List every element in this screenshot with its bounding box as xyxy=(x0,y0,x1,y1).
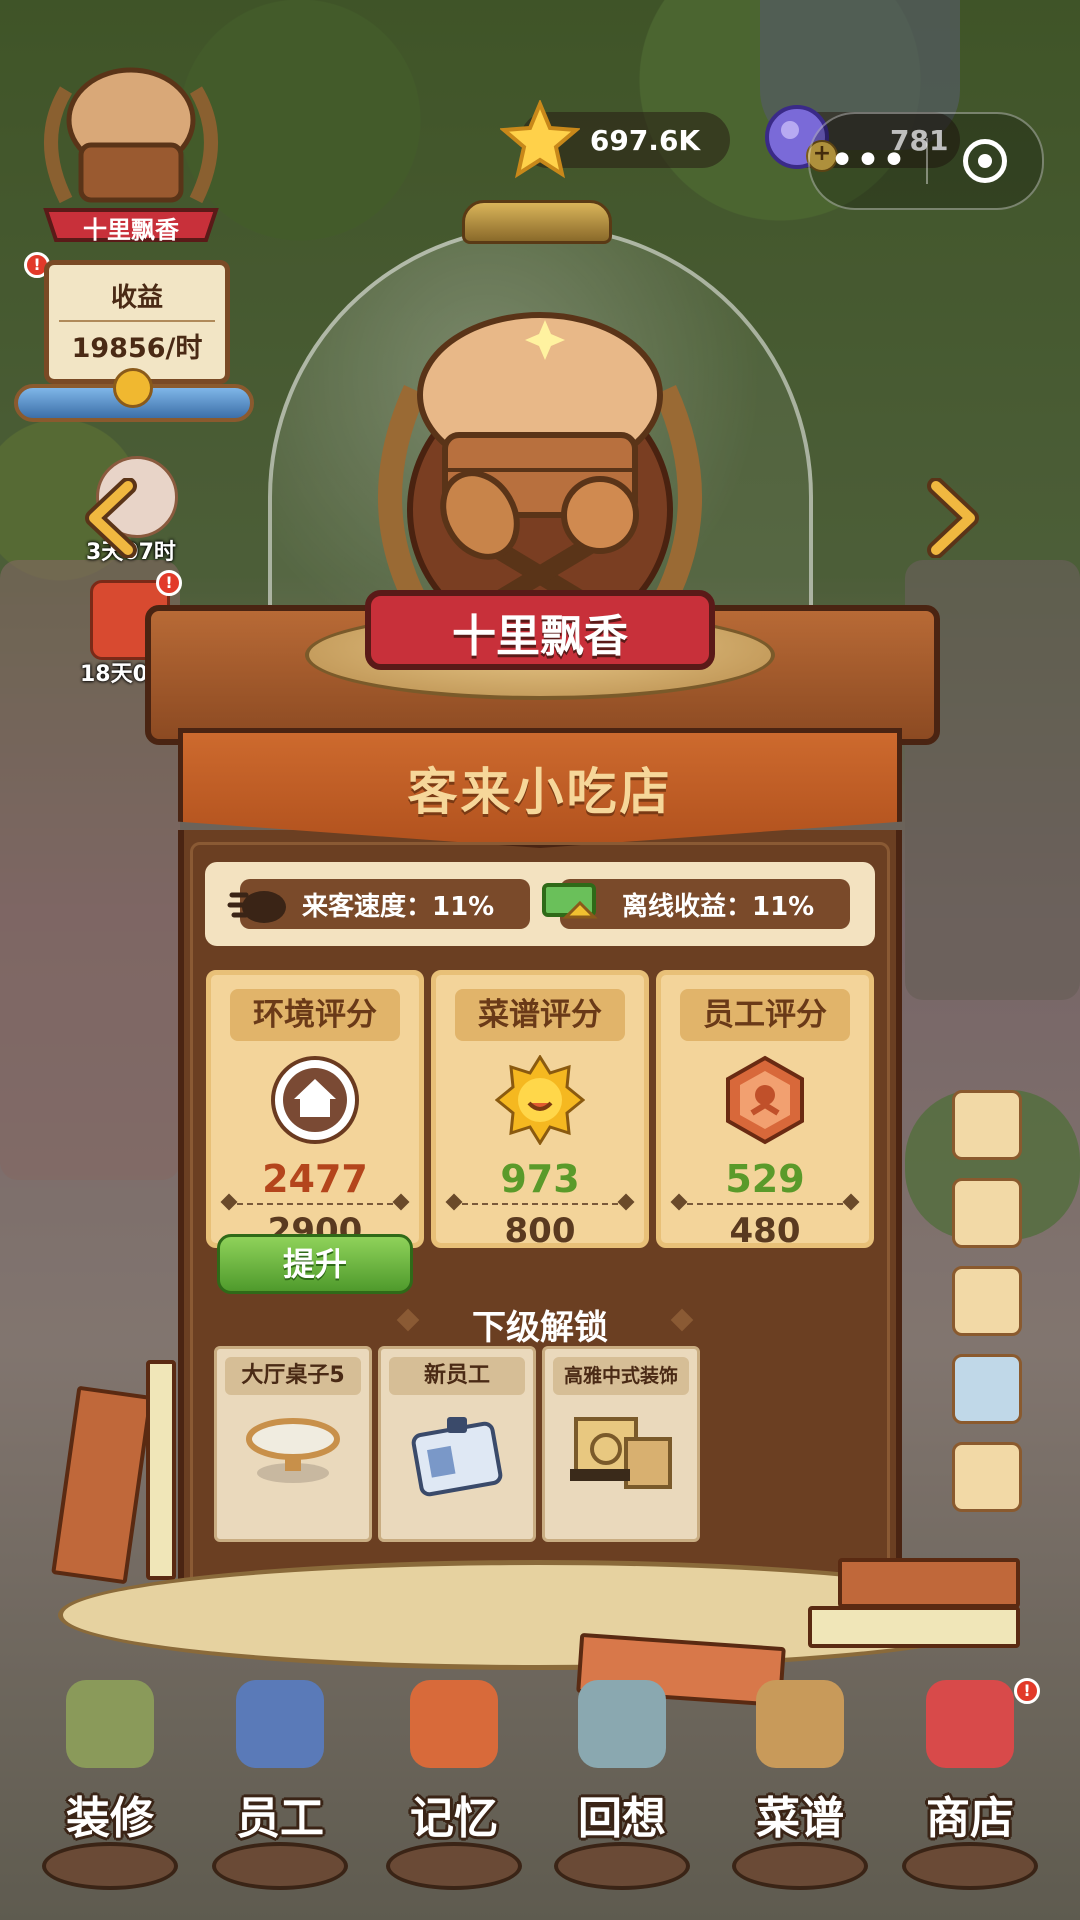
badge-name: 十里飘香 xyxy=(83,216,179,244)
income-value: 19856/时 xyxy=(59,320,215,365)
score-divider xyxy=(452,1203,628,1209)
smiling-sun-icon xyxy=(494,1054,586,1146)
income-label: 收益 xyxy=(110,283,163,313)
shop-alert-dot: ! xyxy=(1014,1678,1040,1704)
score-title: 员工评分 xyxy=(680,989,850,1041)
steam-bowl-icon xyxy=(226,873,290,929)
score-target: 800 xyxy=(504,1211,576,1251)
score-title: 菜谱评分 xyxy=(455,989,625,1041)
score-current: 973 xyxy=(500,1157,580,1201)
nav-label: 装修 xyxy=(66,1793,154,1844)
shop-name: 客来小吃店 xyxy=(407,763,673,821)
score-divider xyxy=(677,1203,853,1209)
hammer-icon xyxy=(66,1680,154,1768)
scroll-icon xyxy=(578,1680,666,1768)
side-tv-card-icon[interactable] xyxy=(952,1354,1022,1424)
staff-score-card[interactable]: 员工评分 529 480 xyxy=(656,970,874,1251)
nav-staff[interactable]: 员工 xyxy=(200,1680,360,1890)
nav-pedestal xyxy=(554,1842,690,1890)
score-current: 2477 xyxy=(262,1157,368,1201)
id-card-icon xyxy=(411,1417,503,1497)
unlock-title: 下级解锁 xyxy=(472,1308,608,1348)
guest-speed-text: 来客速度：11% xyxy=(302,891,495,922)
nav-label: 菜谱 xyxy=(756,1793,844,1844)
unlock-item-decor[interactable]: 高雅中式装饰 xyxy=(542,1346,700,1542)
nav-recall[interactable]: 回想 xyxy=(542,1680,702,1890)
nav-label: 员工 xyxy=(236,1793,324,1844)
nav-decorate[interactable]: 装修 xyxy=(30,1680,190,1890)
score-target: 480 xyxy=(729,1211,801,1251)
next-arrow-button[interactable] xyxy=(922,477,982,559)
decor-book-left2 xyxy=(146,1360,176,1580)
chinese-decor-icon xyxy=(570,1417,672,1489)
stars-value: 697.6K xyxy=(589,123,701,157)
offline-income-text: 离线收益：11% xyxy=(622,891,815,922)
nav-memory[interactable]: 记忆 xyxy=(374,1680,534,1890)
achievement-badge[interactable]: 十里飘香 xyxy=(26,50,236,250)
nav-recipes[interactable]: 菜谱 xyxy=(720,1680,880,1890)
nav-label: 商店 xyxy=(926,1793,1014,1844)
showcase-badge-title: 十里飘香 xyxy=(452,611,628,662)
decor-book-right2 xyxy=(808,1606,1020,1648)
chef-hexagon-icon xyxy=(720,1055,810,1145)
nav-pedestal xyxy=(732,1842,868,1890)
recipe-book-icon xyxy=(756,1680,844,1768)
unlock-item-label: 新员工 xyxy=(389,1357,525,1395)
mini-program-capsule: ••• xyxy=(808,112,1044,210)
nav-pedestal xyxy=(212,1842,348,1890)
dome-knob xyxy=(462,200,612,244)
more-menu-button[interactable]: ••• xyxy=(810,139,926,183)
side-fortune-god-icon[interactable] xyxy=(952,1266,1022,1336)
decor-book-right xyxy=(838,1558,1020,1608)
event2-alert-dot: ! xyxy=(156,570,182,596)
star-topper-icon xyxy=(500,108,580,198)
score-divider xyxy=(227,1203,403,1209)
close-button[interactable] xyxy=(928,139,1042,183)
nav-label: 记忆 xyxy=(410,1793,498,1844)
fish-bowl-icon xyxy=(410,1680,498,1768)
nav-pedestal xyxy=(42,1842,178,1890)
score-current: 529 xyxy=(725,1157,805,1201)
environment-score-card[interactable]: 环境评分 2477 2900 xyxy=(206,970,424,1251)
unlock-item-label: 大厅桌子5 xyxy=(225,1357,361,1395)
income-card[interactable]: 收益 19856/时 xyxy=(44,260,230,384)
nav-shop[interactable]: 商店 xyxy=(890,1680,1050,1890)
side-clock-card-icon[interactable] xyxy=(952,1178,1022,1248)
prev-arrow-button[interactable] xyxy=(82,477,142,559)
target-icon xyxy=(963,139,1007,183)
side-chef-portrait-icon[interactable] xyxy=(952,1090,1022,1160)
nav-label: 回想 xyxy=(578,1793,666,1844)
sun-face-icon xyxy=(113,368,153,408)
side-phone-icon[interactable] xyxy=(952,1442,1022,1512)
unlock-item-staff[interactable]: 新员工 xyxy=(378,1346,536,1542)
nav-pedestal xyxy=(902,1842,1038,1890)
score-title: 环境评分 xyxy=(230,989,400,1041)
nav-pedestal xyxy=(386,1842,522,1890)
shop-stall-icon xyxy=(926,1680,1014,1768)
unlock-item-table[interactable]: 大厅桌子5 xyxy=(214,1346,372,1542)
cash-stack-icon xyxy=(540,873,604,929)
round-table-icon xyxy=(246,1418,340,1483)
house-icon xyxy=(270,1055,360,1145)
unlock-item-label: 高雅中式装饰 xyxy=(553,1357,689,1395)
recipe-score-card[interactable]: 菜谱评分 973 800 xyxy=(431,970,649,1251)
staff-card-icon xyxy=(236,1680,324,1768)
upgrade-button[interactable]: 提升 xyxy=(217,1234,413,1294)
